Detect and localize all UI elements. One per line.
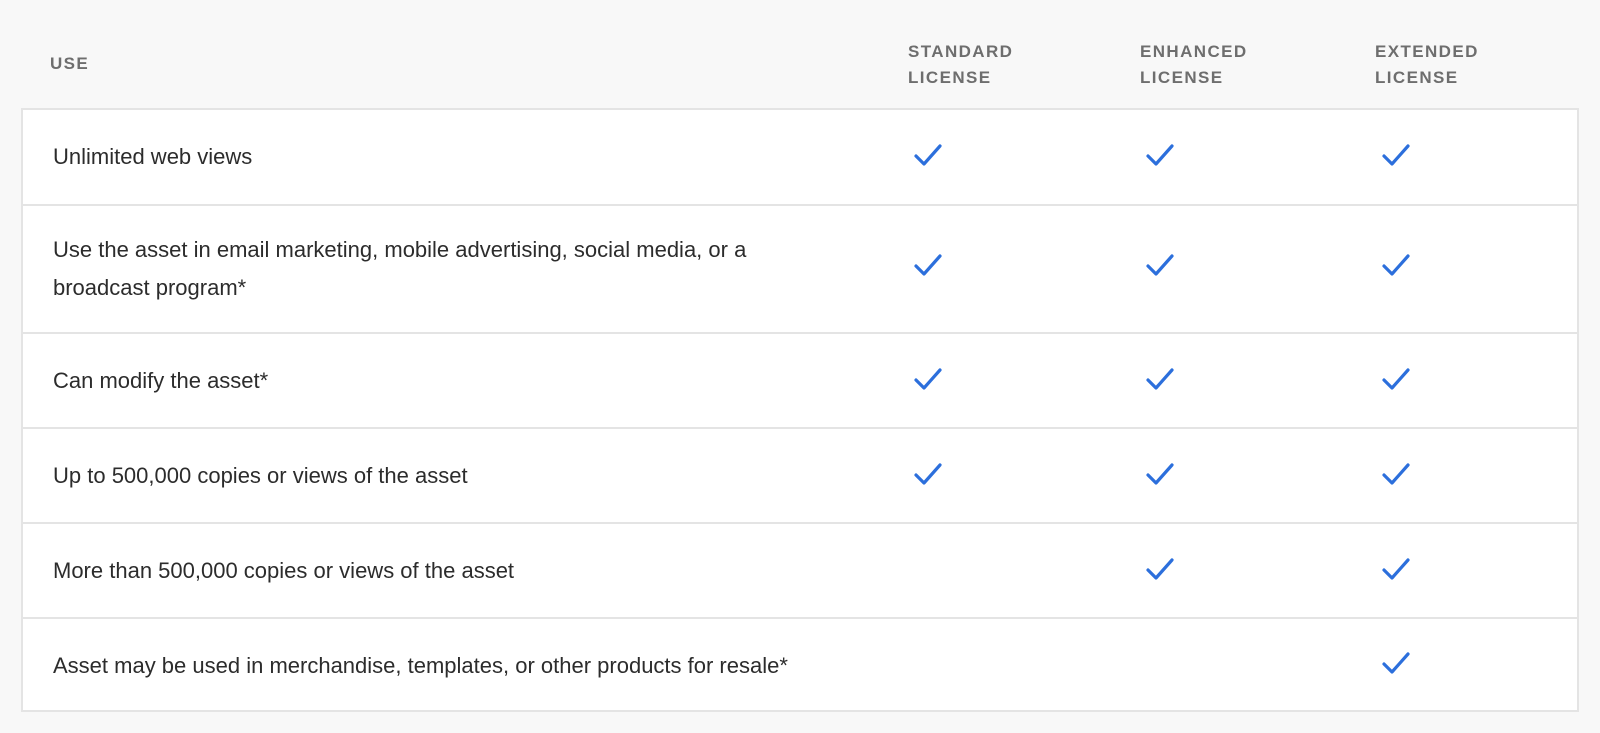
checkmark-icon [1382, 558, 1410, 580]
table-row: More than 500,000 copies or views of the… [23, 522, 1577, 617]
checkmark-icon [1382, 368, 1410, 390]
checkmark-icon [1146, 368, 1174, 390]
table-row: Can modify the asset* [23, 332, 1577, 427]
standard-cell [912, 250, 944, 282]
checkmark-icon [914, 368, 942, 390]
column-header-use: USE [50, 54, 90, 73]
checkmark-icon [914, 144, 942, 166]
enhanced-cell [1144, 140, 1176, 172]
extended-cell [1380, 459, 1412, 491]
extended-cell [1380, 554, 1412, 586]
row-label: Can modify the asset* [53, 368, 269, 393]
table-row: Unlimited web views [23, 110, 1577, 204]
standard-cell [912, 459, 944, 491]
standard-cell [912, 140, 944, 172]
column-header-enhanced-license: ENHANCED LICENSE [1140, 42, 1248, 87]
standard-cell [912, 648, 944, 680]
checkmark-icon [1382, 652, 1410, 674]
enhanced-cell [1144, 250, 1176, 282]
checkmark-icon [1146, 254, 1174, 276]
checkmark-icon [1146, 144, 1174, 166]
standard-cell [912, 554, 944, 586]
table-row: Use the asset in email marketing, mobile… [23, 204, 1577, 332]
checkmark-icon [1382, 144, 1410, 166]
row-label: Up to 500,000 copies or views of the ass… [53, 463, 468, 488]
checkmark-icon [1382, 254, 1410, 276]
standard-cell [912, 364, 944, 396]
extended-cell [1380, 648, 1412, 680]
extended-cell [1380, 364, 1412, 396]
license-table: Unlimited web views Use the asset in ema… [21, 108, 1579, 712]
table-header: USE STANDARD LICENSE ENHANCED LICENSE EX… [21, 0, 1579, 108]
extended-cell [1380, 250, 1412, 282]
checkmark-icon [1146, 463, 1174, 485]
enhanced-cell [1144, 459, 1176, 491]
enhanced-cell [1144, 554, 1176, 586]
checkmark-icon [914, 254, 942, 276]
checkmark-icon [1146, 558, 1174, 580]
row-label: Asset may be used in merchandise, templa… [53, 653, 788, 678]
table-row: Asset may be used in merchandise, templa… [23, 617, 1577, 710]
column-header-standard-license: STANDARD LICENSE [908, 42, 1014, 87]
license-comparison: USE STANDARD LICENSE ENHANCED LICENSE EX… [21, 0, 1579, 712]
extended-cell [1380, 140, 1412, 172]
row-label: Use the asset in email marketing, mobile… [53, 237, 747, 300]
checkmark-icon [914, 463, 942, 485]
row-label: More than 500,000 copies or views of the… [53, 558, 515, 583]
column-header-extended-license: EXTENDED LICENSE [1375, 42, 1479, 87]
checkmark-icon [1382, 463, 1410, 485]
row-label: Unlimited web views [53, 144, 253, 169]
table-row: Up to 500,000 copies or views of the ass… [23, 427, 1577, 522]
enhanced-cell [1144, 364, 1176, 396]
enhanced-cell [1144, 648, 1176, 680]
